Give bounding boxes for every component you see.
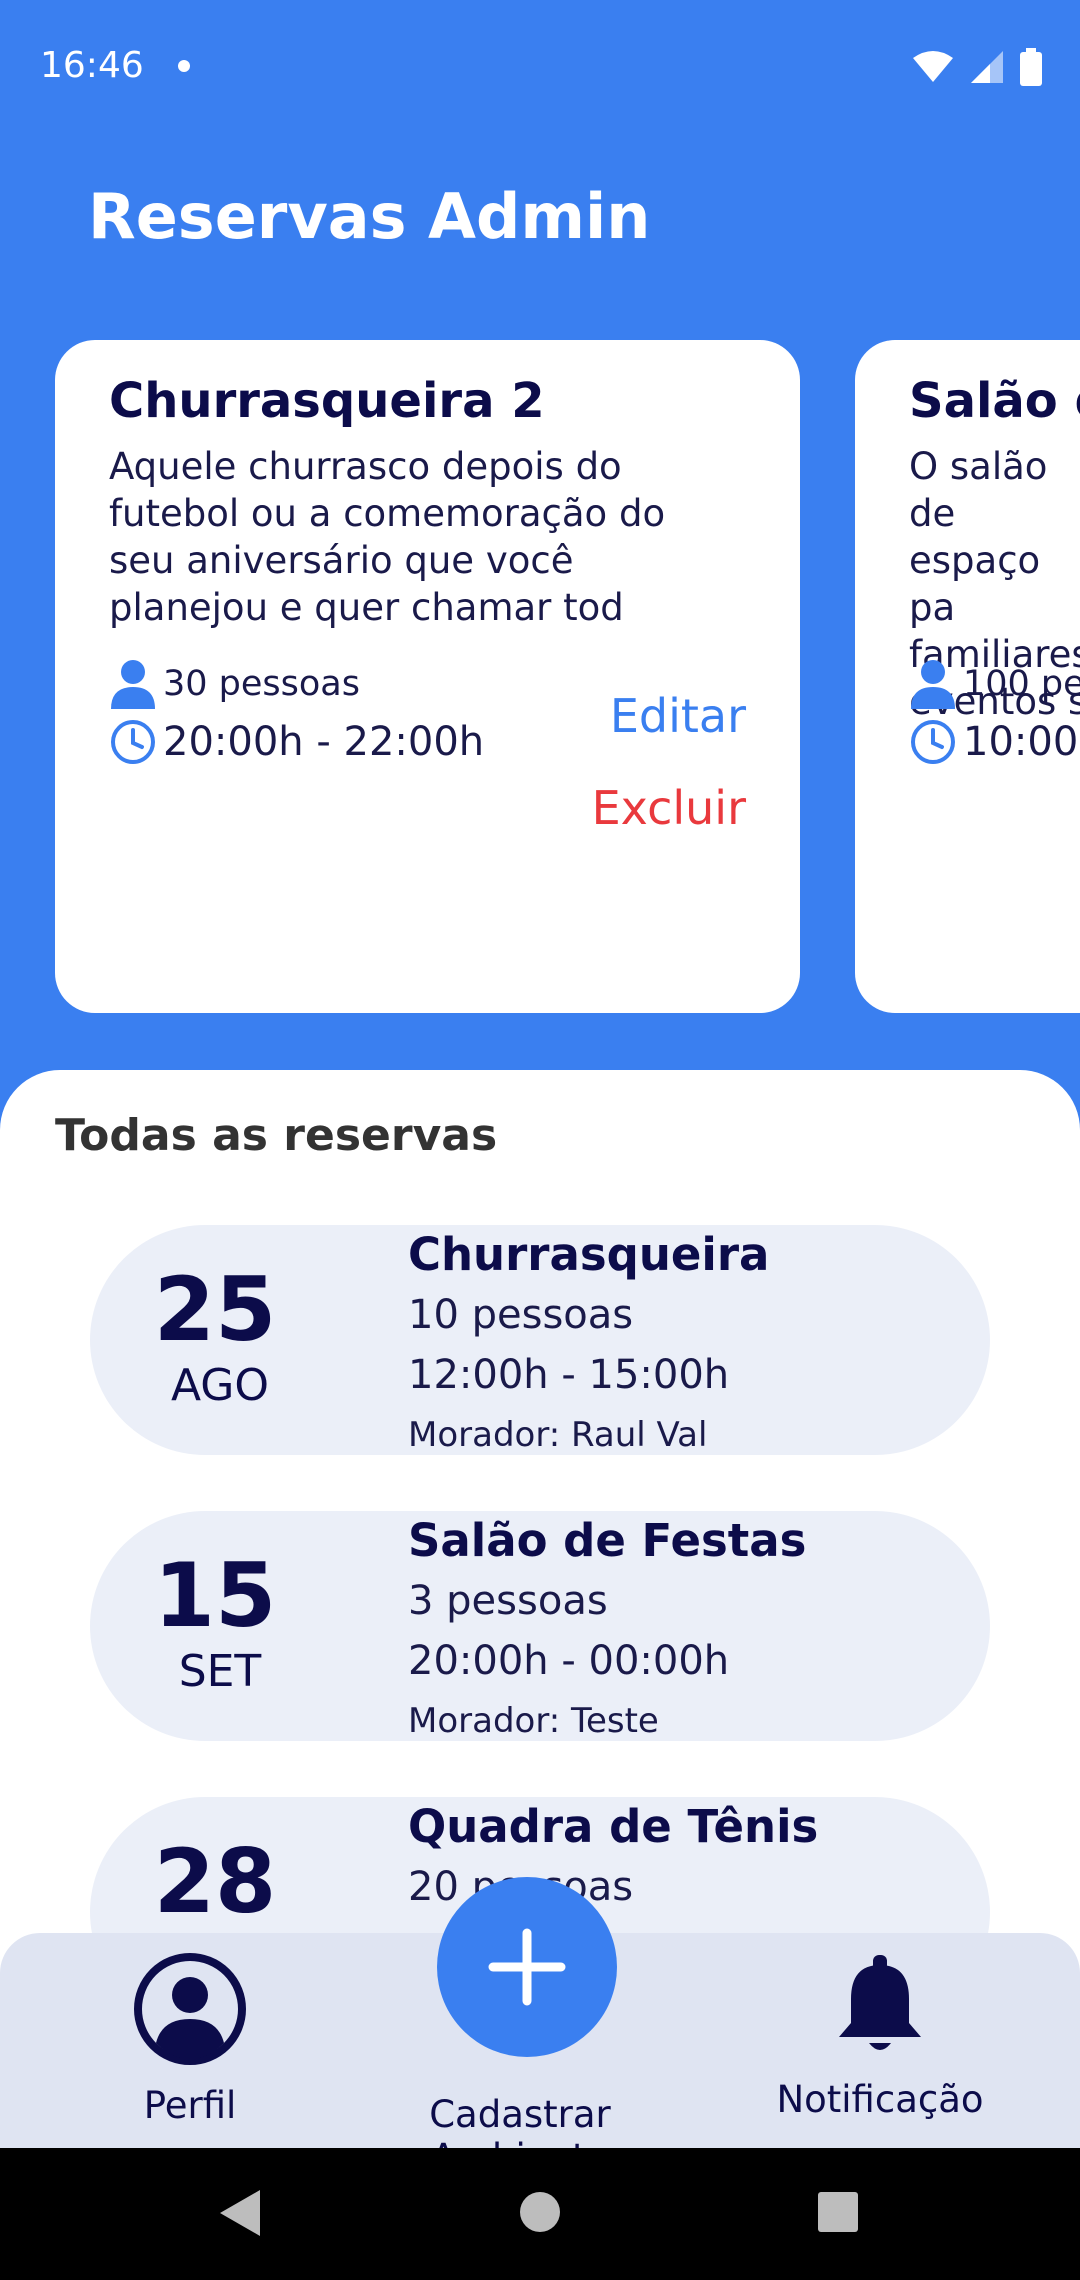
reservation-people: 10 pessoas — [408, 1292, 634, 1338]
delete-button[interactable]: Excluir — [592, 762, 746, 854]
environment-card[interactable]: Salão d O salão de espaço pa familiares … — [855, 340, 1080, 1013]
reservation-info: Salão de Festas 3 pessoas 20:00h - 00:00… — [408, 1511, 806, 1751]
clock-icon — [111, 720, 155, 764]
status-time: 16:46 — [40, 45, 144, 86]
capacity-row: 30 pessoas — [109, 655, 484, 713]
signal-icon — [971, 51, 1003, 83]
home-icon[interactable] — [518, 2190, 562, 2234]
back-icon[interactable] — [218, 2188, 262, 2238]
environment-meta: 100 pe 10:00h — [909, 655, 1080, 771]
environment-card[interactable]: Churrasqueira 2 Aquele churrasco depois … — [55, 340, 800, 1013]
environment-hours: 10:00h — [963, 719, 1080, 765]
environment-description: Aquele churrasco depois do futebol ou a … — [109, 445, 666, 629]
environment-meta: 30 pessoas 20:00h - 22:00h — [109, 655, 484, 771]
plus-icon — [488, 1928, 566, 2006]
capacity-row: 100 pe — [909, 655, 1080, 713]
hours-row: 20:00h - 22:00h — [109, 713, 484, 771]
environment-hours: 20:00h - 22:00h — [163, 719, 485, 765]
battery-icon — [1020, 48, 1042, 86]
bell-icon — [839, 1955, 921, 2050]
status-icons — [912, 48, 1042, 86]
section-title: Todas as reservas — [55, 1110, 498, 1161]
reservation-day: 15 — [153, 1544, 277, 1647]
wifi-icon — [913, 51, 953, 82]
nav-notification-label: Notificação — [776, 2078, 984, 2121]
nav-profile-label: Perfil — [143, 2084, 237, 2127]
reservation-card[interactable]: 15 SET Salão de Festas 3 pessoas 20:00h … — [90, 1511, 990, 1741]
reservation-month: AGO — [170, 1360, 270, 1411]
person-icon — [111, 660, 155, 709]
reservation-name: Quadra de Tênis — [408, 1800, 819, 1853]
reservation-name: Churrasqueira — [408, 1228, 770, 1281]
system-nav-bar — [0, 2148, 1080, 2280]
reservation-day: 25 — [153, 1258, 277, 1361]
nav-notification[interactable]: Notificação — [770, 1951, 990, 2121]
environment-carousel[interactable]: Churrasqueira 2 Aquele churrasco depois … — [0, 340, 1080, 1013]
status-bar: 16:46 — [0, 0, 1080, 130]
reservation-month: SET — [178, 1646, 262, 1697]
environment-capacity: 30 pessoas — [163, 664, 360, 704]
notification-dot-icon — [178, 60, 190, 72]
environment-title: Churrasqueira 2 — [109, 373, 545, 429]
reservation-card[interactable]: 25 AGO Churrasqueira 10 pessoas 12:00h -… — [90, 1225, 990, 1455]
profile-icon — [134, 1953, 246, 2065]
reservation-time: 20:00h - 00:00h — [408, 1638, 730, 1684]
reservation-name: Salão de Festas — [408, 1514, 807, 1567]
edit-button[interactable]: Editar — [592, 670, 746, 762]
reservation-owner: Morador: Teste — [408, 1701, 659, 1741]
person-icon — [911, 660, 955, 709]
recents-icon[interactable] — [816, 2190, 860, 2234]
nav-profile[interactable]: Perfil — [100, 1951, 280, 2127]
reservation-people: 3 pessoas — [408, 1578, 608, 1624]
reservation-day: 28 — [153, 1830, 277, 1933]
environment-capacity: 100 pe — [963, 664, 1080, 704]
clock-icon — [911, 720, 955, 764]
reservation-time: 12:00h - 15:00h — [408, 1352, 730, 1398]
reservation-owner: Morador: Raul Val — [408, 1415, 708, 1455]
page-title: Reservas Admin — [88, 180, 651, 253]
environment-actions: Editar Excluir — [592, 670, 746, 854]
add-environment-button[interactable] — [437, 1877, 617, 2057]
hours-row: 10:00h — [909, 713, 1080, 771]
reservation-info: Churrasqueira 10 pessoas 12:00h - 15:00h… — [408, 1225, 769, 1465]
environment-title: Salão d — [909, 373, 1080, 429]
